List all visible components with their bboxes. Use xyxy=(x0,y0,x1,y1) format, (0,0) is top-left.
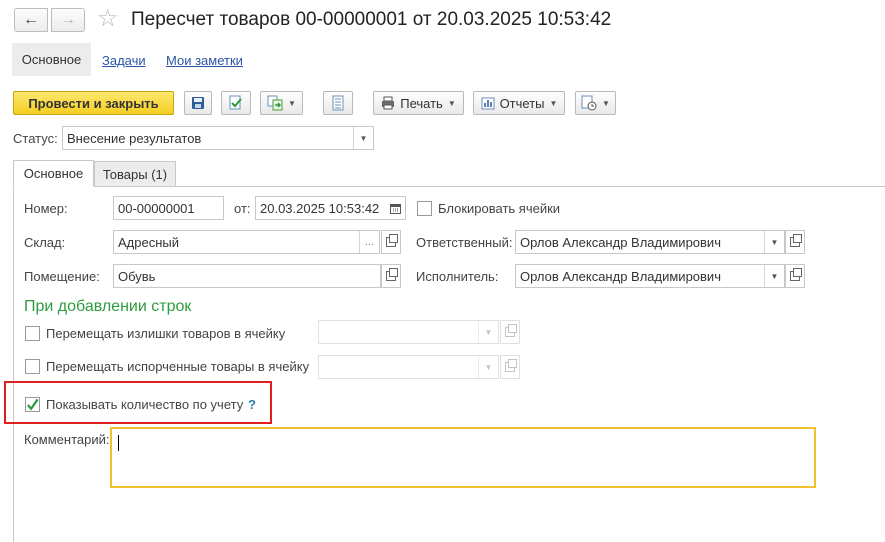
warehouse-label: Склад: xyxy=(24,235,66,250)
show-qty-label: Показывать количество по учету xyxy=(46,397,244,412)
responsible-label: Ответственный: xyxy=(416,235,513,250)
post-and-close-button[interactable]: Провести и закрыть xyxy=(13,91,174,115)
help-icon[interactable]: ? xyxy=(248,397,256,412)
chevron-down-icon: ▼ xyxy=(549,98,558,108)
show-qty-checkbox[interactable] xyxy=(25,397,40,412)
open-icon xyxy=(386,268,398,281)
printer-icon xyxy=(382,96,395,110)
open-icon xyxy=(505,359,517,372)
number-label: Номер: xyxy=(24,201,68,216)
add-rows-heading: При добавлении строк xyxy=(24,298,192,315)
responsible-select[interactable]: Орлов Александр Владимирович ▼ xyxy=(515,230,785,254)
history-button[interactable]: ▼ xyxy=(575,91,616,115)
tab-goods[interactable]: Товары (1) xyxy=(94,161,176,187)
section-tab-main[interactable]: Основное xyxy=(12,43,91,76)
open-responsible-button[interactable] xyxy=(785,230,805,254)
page-title: Пересчет товаров 00-00000001 от 20.03.20… xyxy=(131,9,612,30)
chevron-down-icon[interactable]: ▼ xyxy=(478,321,498,343)
save-button[interactable] xyxy=(184,91,212,115)
document-clock-icon xyxy=(581,95,597,111)
reports-button[interactable]: Отчеты ▼ xyxy=(473,91,565,115)
block-cells-checkbox[interactable] xyxy=(417,201,432,216)
move-surplus-cell-select[interactable]: ▼ xyxy=(318,320,499,344)
executor-label: Исполнитель: xyxy=(416,269,499,284)
open-icon xyxy=(790,268,802,281)
responsible-value: Орлов Александр Владимирович xyxy=(520,234,721,250)
open-warehouse-button[interactable] xyxy=(381,230,401,254)
floppy-disk-icon xyxy=(192,97,204,109)
open-icon xyxy=(790,234,802,247)
select-ellipsis-button[interactable]: ... xyxy=(359,231,379,253)
back-button[interactable]: ← xyxy=(14,8,48,32)
chevron-down-icon: ▼ xyxy=(602,98,610,108)
open-icon xyxy=(505,324,517,337)
open-surplus-cell-button[interactable] xyxy=(500,320,520,344)
section-tab-main-label: Основное xyxy=(21,52,82,67)
chevron-down-icon[interactable]: ▼ xyxy=(353,127,373,149)
warehouse-input[interactable]: Адресный ... xyxy=(113,230,380,254)
number-value: 00-00000001 xyxy=(118,200,195,216)
post-button[interactable] xyxy=(221,91,251,115)
open-spoiled-cell-button[interactable] xyxy=(500,355,520,379)
forward-button[interactable]: → xyxy=(51,8,85,32)
arrow-right-icon: → xyxy=(60,11,76,28)
room-label: Помещение: xyxy=(24,269,100,284)
tab-panel-border xyxy=(13,187,14,542)
date-label: от: xyxy=(234,201,251,216)
ellipsis-icon: ... xyxy=(364,236,375,248)
status-value: Внесение результатов xyxy=(67,130,202,146)
tab-main-label: Основное xyxy=(23,166,84,181)
room-value: Обувь xyxy=(118,268,156,284)
tab-main[interactable]: Основное xyxy=(13,160,94,187)
print-label: Печать xyxy=(400,95,443,111)
status-select[interactable]: Внесение результатов ▼ xyxy=(62,126,374,150)
comment-textarea[interactable] xyxy=(110,427,816,488)
open-icon xyxy=(386,234,398,247)
move-spoiled-checkbox[interactable] xyxy=(25,359,40,374)
move-spoiled-label: Перемещать испорченные товары в ячейку xyxy=(46,359,310,374)
tab-goods-label: Товары (1) xyxy=(102,166,168,182)
open-room-button[interactable] xyxy=(381,264,401,288)
executor-select[interactable]: Орлов Александр Владимирович ▼ xyxy=(515,264,785,288)
executor-value: Орлов Александр Владимирович xyxy=(520,268,721,284)
post-document-icon xyxy=(229,95,242,110)
move-spoiled-cell-select[interactable]: ▼ xyxy=(318,355,499,379)
document-list-icon xyxy=(332,95,344,111)
room-input[interactable]: Обувь xyxy=(113,264,381,288)
chevron-down-icon[interactable]: ▼ xyxy=(764,231,784,253)
text-cursor xyxy=(118,435,119,451)
open-executor-button[interactable] xyxy=(785,264,805,288)
favorite-star-icon[interactable]: ☆ xyxy=(97,5,119,33)
status-label: Статус: xyxy=(13,131,58,146)
comment-label: Комментарий: xyxy=(24,432,110,447)
arrow-left-icon: ← xyxy=(23,11,39,28)
chevron-down-icon[interactable]: ▼ xyxy=(764,265,784,287)
number-input[interactable]: 00-00000001 xyxy=(113,196,224,220)
move-surplus-checkbox[interactable] xyxy=(25,326,40,341)
create-based-on-button[interactable]: ▼ xyxy=(260,91,303,115)
date-value: 20.03.2025 10:53:42 xyxy=(260,200,380,216)
reports-label: Отчеты xyxy=(499,95,545,111)
calendar-icon[interactable] xyxy=(385,197,405,219)
warehouse-value: Адресный xyxy=(118,234,180,250)
chevron-down-icon[interactable]: ▼ xyxy=(478,356,498,378)
block-cells-label: Блокировать ячейки xyxy=(438,201,561,216)
print-button[interactable]: Печать ▼ xyxy=(373,91,464,115)
chevron-down-icon: ▼ xyxy=(288,98,296,108)
move-surplus-label: Перемещать излишки товаров в ячейку xyxy=(46,326,286,341)
section-tab-notes[interactable]: Мои заметки xyxy=(166,53,243,68)
chevron-down-icon: ▼ xyxy=(447,98,456,108)
section-tab-tasks[interactable]: Задачи xyxy=(102,53,146,68)
create-based-on-icon xyxy=(267,95,283,111)
date-input[interactable]: 20.03.2025 10:53:42 xyxy=(255,196,406,220)
structure-button[interactable] xyxy=(323,91,353,115)
checkmark-icon xyxy=(27,398,39,411)
reports-icon xyxy=(481,97,495,110)
